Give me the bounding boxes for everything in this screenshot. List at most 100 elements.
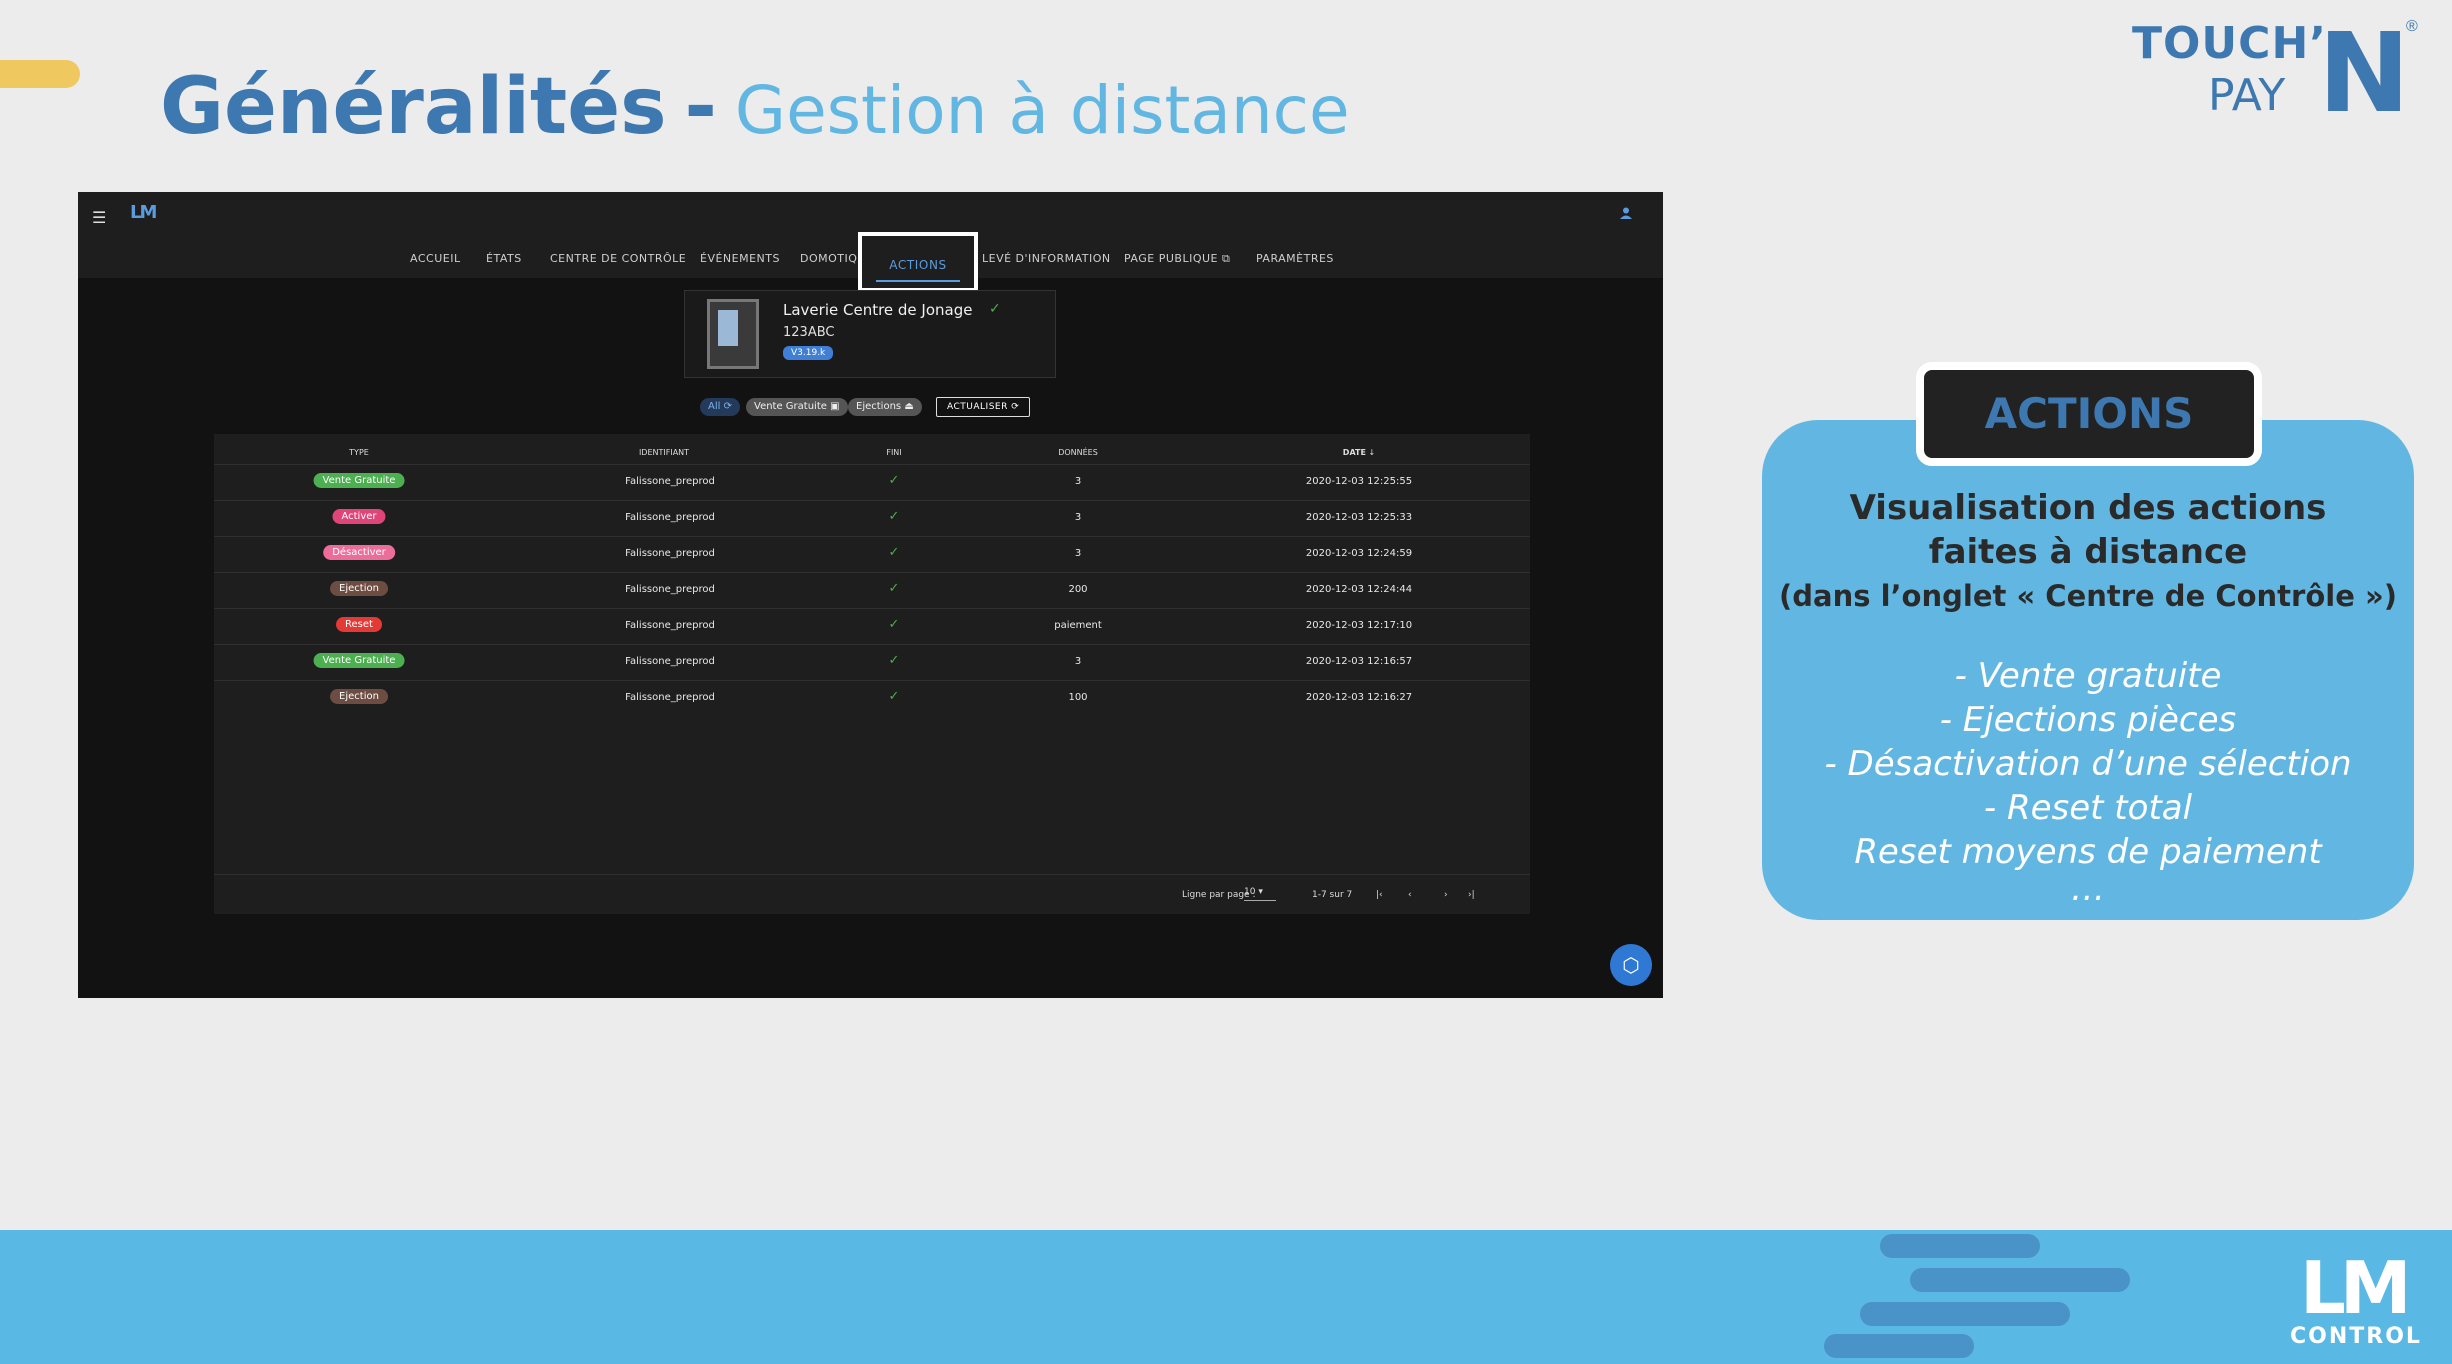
col-donnees[interactable]: DONNÉES [1058,448,1098,457]
tab-page-publique-label: PAGE PUBLIQUE [1124,252,1218,265]
next-page-icon[interactable]: › [1444,890,1448,900]
date-cell: 2020-12-03 12:16:57 [1305,656,1413,667]
first-page-icon[interactable]: |‹ [1376,890,1383,900]
logo-n: N [2318,9,2411,137]
card-list-item: … [2071,869,2105,909]
external-link-icon: ⧉ [1222,252,1231,265]
machine-name: Laverie Centre de Jonage [783,301,973,319]
rows-per-page-value: 10 [1244,887,1256,897]
tab-centre-controle[interactable]: CENTRE DE CONTRÔLE [550,252,686,265]
table-row[interactable]: Reset Falissone_preprod ✓ paiement 2020-12-0… [214,608,1530,645]
filter-vente-gratuite[interactable]: Vente Gratuite ▣ [746,398,848,416]
table-row[interactable]: Ejection Falissone_preprod ✓ 200 2020-12-03 … [214,572,1530,609]
type-badge: Vente Gratuite [313,473,405,488]
eject-icon: ⏏ [904,401,914,412]
version-badge: V3.19.k [783,346,834,360]
info-card: Visualisation des actions faites à dista… [1762,420,2414,920]
app-logo[interactable]: LM [130,202,164,226]
identifiant-cell: Falissone_preprod [625,476,715,487]
card-list-item: - Ejections pièces [1939,700,2237,740]
col-date[interactable]: DATE ↓ [1343,448,1375,457]
tab-actions-label: ACTIONS [889,258,947,272]
table-row[interactable]: Vente Gratuite Falissone_preprod ✓ 3 2020-12… [214,464,1530,501]
type-badge: Activer [332,509,386,524]
tab-etats[interactable]: ÉTATS [486,252,522,265]
filter-all[interactable]: All ⟳ [700,398,740,416]
col-type[interactable]: TYPE [349,448,369,457]
date-cell: 2020-12-03 12:25:55 [1305,476,1413,487]
table-row[interactable]: Vente Gratuite Falissone_preprod ✓ 3 2020-12… [214,644,1530,681]
check-icon: ✓ [888,581,900,596]
identifiant-cell: Falissone_preprod [625,620,715,631]
machine-card[interactable]: Laverie Centre de Jonage ✓ 123ABC V3.19.… [684,290,1056,378]
filter-ejections-label: Ejections [856,401,902,412]
app-screenshot: ☰ LM ACCUEIL ÉTATS CENTRE DE CONTRÔLE ÉV… [78,192,1663,998]
accent-bar [0,60,80,88]
identifiant-cell: Falissone_preprod [625,656,715,667]
col-date-label: DATE [1342,448,1366,457]
tab-parametres[interactable]: PARAMÈTRES [1256,252,1334,265]
decor-stripe [1824,1334,1974,1358]
tab-accueil[interactable]: ACCUEIL [410,252,461,265]
user-icon[interactable] [1619,206,1633,220]
decor-stripe [1880,1234,2040,1258]
decor-stripe [1910,1268,2130,1292]
table-row[interactable]: Activer Falissone_preprod ✓ 3 2020-12-03 12:… [214,500,1530,537]
check-icon: ✓ [888,653,900,668]
prev-page-icon[interactable]: ‹ [1408,890,1412,900]
last-page-icon[interactable]: ›| [1468,890,1475,900]
tab-evenements[interactable]: ÉVÉNEMENTS [700,252,780,265]
donnees-cell: 100 [1068,692,1088,703]
menu-icon[interactable]: ☰ [92,208,106,227]
tab-page-publique[interactable]: PAGE PUBLIQUE ⧉ [1124,252,1230,266]
tab-releve-information[interactable]: LEVÉ D'INFORMATION [982,252,1111,265]
col-identifiant[interactable]: IDENTIFIANT [639,448,689,457]
col-fini[interactable]: FINI [886,448,901,457]
card-list: - Vente gratuite - Ejections pièces - Dé… [1762,654,2414,909]
filter-ejections[interactable]: Ejections ⏏ [848,398,922,416]
tab-actions[interactable]: ACTIONS [858,232,978,292]
check-icon: ✓ [989,301,1001,317]
identifiant-cell: Falissone_preprod [625,692,715,703]
filter-vente-label: Vente Gratuite [754,401,827,412]
help-fab[interactable]: ⬡ [1610,944,1652,986]
check-icon: ✓ [888,473,900,488]
sort-desc-icon: ↓ [1368,448,1376,457]
title-sub: Gestion à distance [734,72,1350,149]
date-cell: 2020-12-03 12:24:44 [1305,584,1413,595]
logo-pay: PAY [2208,70,2286,121]
date-cell: 2020-12-03 12:17:10 [1305,620,1413,631]
identifiant-cell: Falissone_preprod [625,548,715,559]
card-heading-1: Visualisation des actions [1849,488,2327,528]
decor-stripe [1860,1302,2070,1326]
type-badge: Reset [336,617,382,632]
rows-per-page-select[interactable]: 10 ▾ [1244,887,1276,901]
card-list-item: - Reset total [1983,788,2193,828]
identifiant-cell: Falissone_preprod [625,584,715,595]
date-cell: 2020-12-03 12:16:27 [1305,692,1413,703]
donnees-cell: 200 [1068,584,1088,595]
refresh-button[interactable]: ACTUALISER ⟳ [936,397,1031,417]
logo-registered: ® [2406,18,2418,35]
actions-table: TYPE IDENTIFIANT FINI DONNÉES DATE ↓ Ven… [214,434,1530,914]
tab-active-indicator [876,280,960,282]
date-cell: 2020-12-03 12:25:33 [1305,512,1413,523]
donnees-cell: 3 [1074,656,1082,667]
touchnpay-logo: TOUCH’ PAY N ® [2132,18,2422,128]
refresh-icon: ⟳ [723,401,732,412]
refresh-button-label: ACTUALISER [947,402,1008,412]
lm-control-logo: LM CONTROL [2290,1252,2432,1358]
donnees-cell: paiement [1054,620,1102,631]
pagination: Ligne par page : 10 ▾ 1-7 sur 7 |‹ ‹ › ›… [214,874,1530,915]
machine-image [707,299,759,369]
table-row[interactable]: Désactiver Falissone_preprod ✓ 3 2020-12-03 … [214,536,1530,573]
donnees-cell: 3 [1074,512,1082,523]
chevron-down-icon: ▾ [1258,887,1263,897]
tab-domotique[interactable]: DOMOTIQU [800,252,866,265]
check-icon: ✓ [888,689,900,704]
table-row[interactable]: Ejection Falissone_preprod ✓ 100 2020-12-03 … [214,680,1530,717]
donnees-cell: 3 [1074,548,1082,559]
cube-icon: ⬡ [1622,953,1640,977]
slide-title: Généralités - Gestion à distance [160,62,1350,152]
type-badge: Vente Gratuite [313,653,405,668]
